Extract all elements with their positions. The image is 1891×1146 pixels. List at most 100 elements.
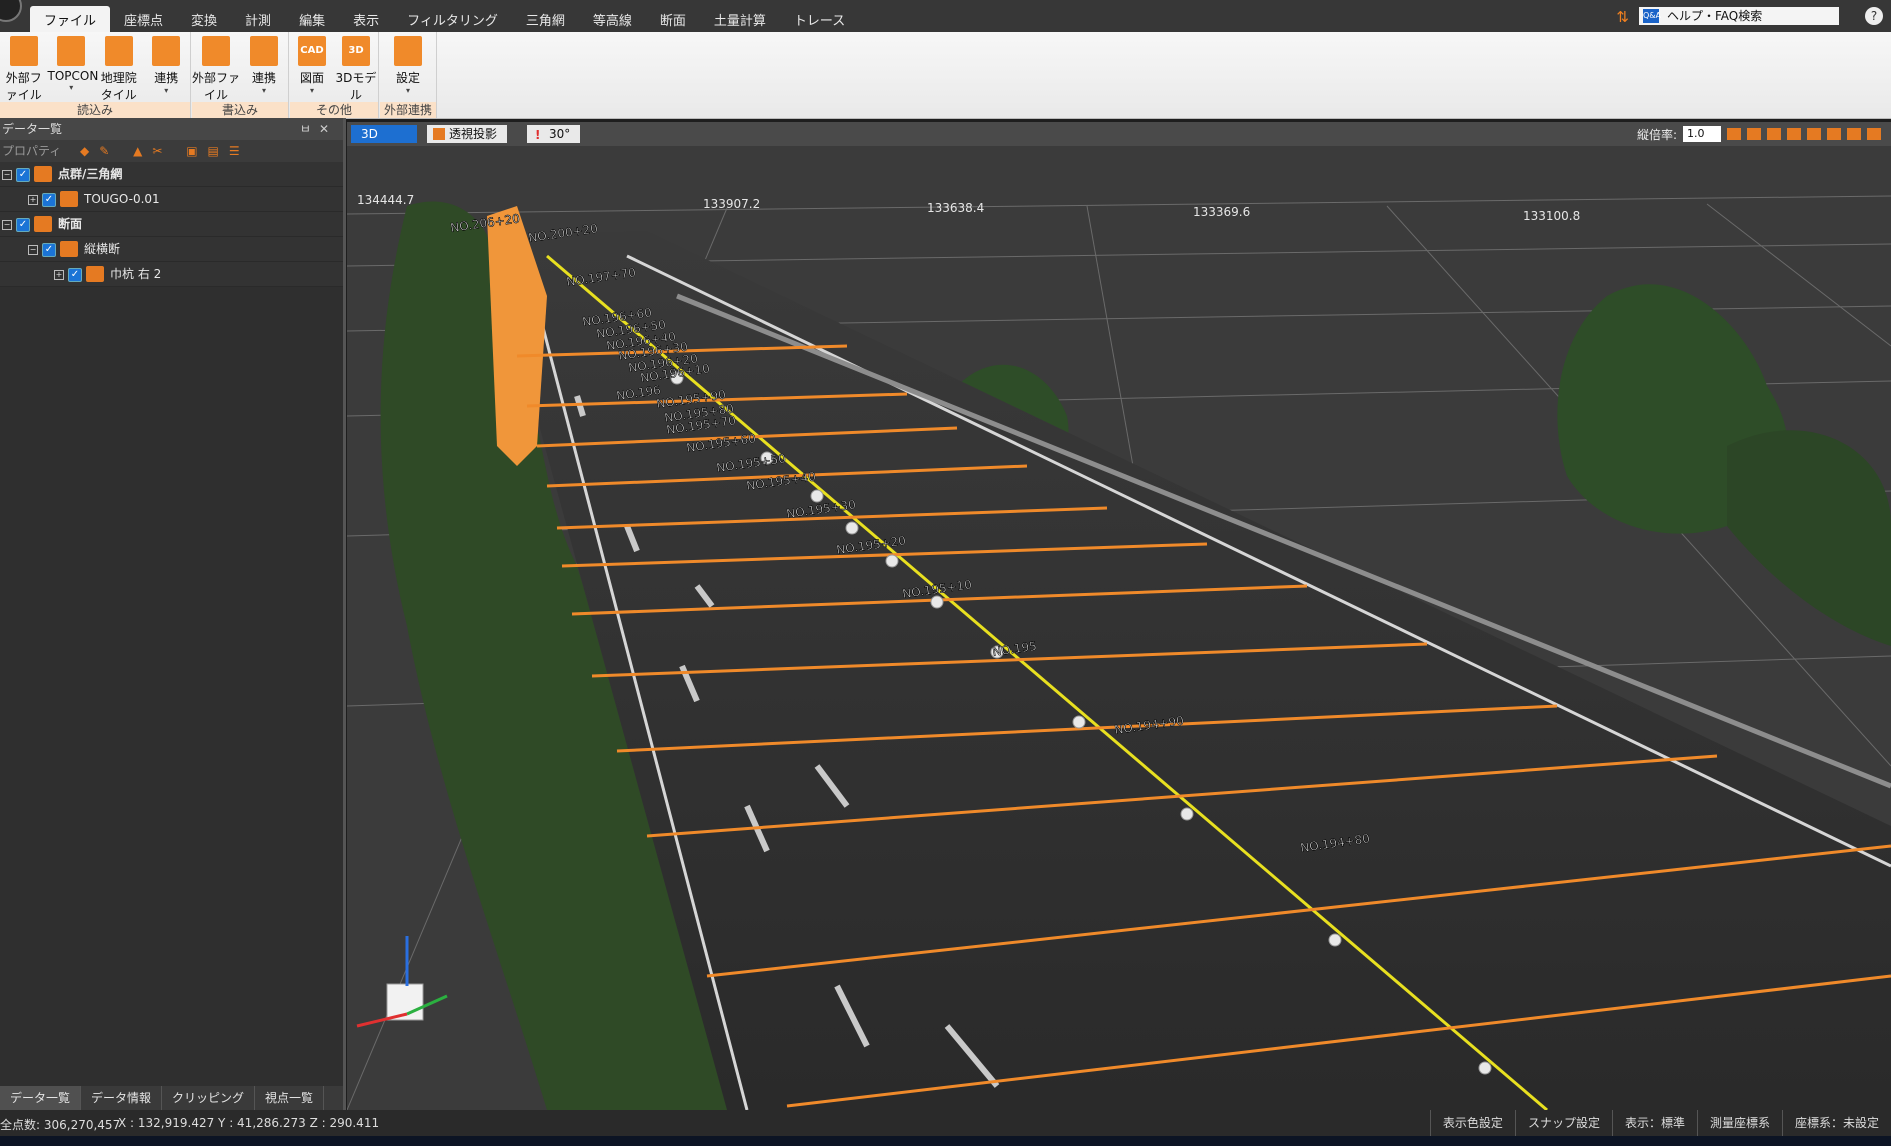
properties-button[interactable]: プロパティ xyxy=(2,144,61,158)
status-right-items: 表示色設定 スナップ設定 表示：標準 測量座標系 座標系：未設定 xyxy=(1429,1110,1891,1136)
grid-coordinate-label: 133907.2 xyxy=(703,197,760,211)
sort-icon[interactable]: ⇅ xyxy=(1616,8,1629,26)
status-item[interactable]: スナップ設定 xyxy=(1514,1110,1612,1136)
point-count: 全点数: 306,270,457 xyxy=(0,1118,121,1132)
ribbon-button[interactable]: 外部ファイル▾ xyxy=(0,36,48,112)
ribbon-button[interactable]: TOPCON ▾ xyxy=(47,36,99,98)
panel-toolbar: プロパティ ◆✎ ▲✂ ▣▤☰ xyxy=(0,140,343,162)
menu-tab[interactable]: 等高線 xyxy=(579,6,646,35)
visibility-checkbox[interactable]: ✓ xyxy=(16,218,30,232)
status-item[interactable]: 表示色設定 xyxy=(1429,1110,1515,1136)
home-view-icon[interactable] xyxy=(1727,128,1741,140)
data-tree: − ✓ 点群/三角網 + ✓ TOUGO-0.01− ✓ 断面 − ✓ 縦横断 + ✓ 巾杭 右 2 xyxy=(0,162,343,287)
ribbon-button[interactable]: 地理院タイル▾ xyxy=(95,36,143,112)
expand-toggle[interactable]: − xyxy=(2,220,12,230)
expand-toggle[interactable]: + xyxy=(28,195,38,205)
app-menu-button[interactable] xyxy=(0,0,22,22)
scale-input[interactable]: 1.0 xyxy=(1683,126,1721,142)
pin-icon[interactable]: ㅂ xyxy=(300,122,319,136)
help-search-field[interactable]: Q&A ヘルプ・FAQ検索 xyxy=(1639,7,1839,25)
ribbon-group: CAD 図面▾ 3D 3Dモデル ▾ その他 xyxy=(290,32,379,118)
menu-bar: ファイル 座標点 変換 計測 編集 表示 フィルタリング 三角網 等高線 断面 土量計算 トレース ⇅… xyxy=(0,0,1891,35)
panel-bottom-tab[interactable]: データ情報 xyxy=(81,1086,163,1110)
ribbon-button[interactable]: 連携 ▾ xyxy=(240,36,288,98)
ribbon-group-caption: 書込み xyxy=(192,102,288,118)
section-icon xyxy=(60,241,78,257)
menu-tab[interactable]: 三角網 xyxy=(512,6,579,35)
status-bar: 全点数: 306,270,457 X : 132,919.427 Y : 41,… xyxy=(0,1110,1891,1136)
viewport-right-tools: 縦倍率: 1.0 xyxy=(1637,125,1881,143)
ribbon-group-caption: 外部連携 xyxy=(380,102,436,118)
panel-bottom-tabs: データ一覧 データ情報 クリッピング 視点一覧 xyxy=(0,1086,343,1110)
status-item[interactable]: 座標系：未設定 xyxy=(1781,1110,1891,1136)
view-back-icon[interactable] xyxy=(1767,128,1781,140)
ribbon-button[interactable]: 連携 ▾ xyxy=(143,36,191,98)
panel-bottom-tab[interactable]: データ一覧 xyxy=(0,1086,82,1110)
angle-icon: ! xyxy=(535,128,541,142)
view-left-icon[interactable] xyxy=(1787,128,1801,140)
view-right-icon[interactable] xyxy=(1807,128,1821,140)
ribbon-button[interactable]: 設定 ▾ xyxy=(380,36,436,98)
tree-item[interactable]: − ✓ 点群/三角網 xyxy=(0,162,343,187)
qa-icon: Q&A xyxy=(1643,9,1661,23)
ribbon-button[interactable]: 3D3Dモデル▾ xyxy=(334,36,378,112)
menu-tab[interactable]: 土量計算 xyxy=(700,6,780,35)
tree-item[interactable]: − ✓ 縦横断 xyxy=(0,237,343,262)
menu-tab[interactable]: フィルタリング xyxy=(393,6,512,35)
menu-tab[interactable]: トレース xyxy=(780,6,859,35)
panel-tool-icons[interactable]: ◆✎ ▲✂ ▣▤☰ xyxy=(80,140,250,162)
ribbon-button-label: TOPCON xyxy=(47,69,99,83)
dropdown-arrow-icon: ▾ xyxy=(309,86,314,95)
gear-icon xyxy=(394,36,422,66)
menu-tab[interactable]: 編集 xyxy=(285,6,339,35)
visibility-checkbox[interactable]: ✓ xyxy=(42,243,56,257)
menu-tab[interactable]: 計測 xyxy=(231,6,285,35)
tree-item[interactable]: − ✓ 断面 xyxy=(0,212,343,237)
ribbon: 外部ファイル▾TOPCON▾地理院タイル▾連携▾読込み外部ファイル▾連携▾書込み… xyxy=(0,32,1891,119)
status-item[interactable]: 測量座標系 xyxy=(1696,1110,1782,1136)
view-bottom-icon[interactable] xyxy=(1847,128,1861,140)
data-list-panel: データ一覧 ㅂ✕ プロパティ ◆✎ ▲✂ ▣▤☰ − ✓ 点群/三角網 + ✓ TOUGO… xyxy=(0,118,346,1110)
point-cloud-scene[interactable]: 134444.7 133907.2 133638.4 133369.6 133100.8… xyxy=(347,146,1891,1110)
status-item[interactable]: 表示：標準 xyxy=(1611,1110,1697,1136)
ribbon-button[interactable]: 外部ファイル▾ xyxy=(192,36,240,112)
link-icon xyxy=(152,36,181,66)
panel-bottom-tab[interactable]: クリッピング xyxy=(162,1086,256,1110)
visibility-checkbox[interactable]: ✓ xyxy=(68,268,82,282)
view-top-icon[interactable] xyxy=(1827,128,1841,140)
camera-icon[interactable] xyxy=(1867,128,1881,140)
ribbon-button-label: 3Dモデル xyxy=(335,71,377,102)
expand-toggle[interactable]: − xyxy=(28,245,38,255)
dropdown-arrow-icon: ▾ xyxy=(69,83,74,92)
3d-viewport[interactable]: 3D 透視投影 ! 30° 縦倍率: 1.0 134444.7 133907.2… xyxy=(347,122,1891,1110)
tab-perspective-label: 透視投影 xyxy=(449,127,498,141)
tree-item[interactable]: + ✓ 巾杭 右 2 xyxy=(0,262,343,287)
instrument-icon xyxy=(57,36,86,66)
ribbon-group-caption: その他 xyxy=(290,102,378,118)
tab-3d[interactable]: 3D xyxy=(351,125,417,143)
ribbon-button[interactable]: CAD 図面 ▾ xyxy=(290,36,334,98)
tree-item[interactable]: + ✓ TOUGO-0.01 xyxy=(0,187,343,212)
help-icon[interactable]: ? xyxy=(1865,7,1883,25)
tab-angle[interactable]: ! 30° xyxy=(527,125,581,143)
taskbar xyxy=(0,1136,1891,1146)
viewport-toolbar: 3D 透視投影 ! 30° 縦倍率: 1.0 xyxy=(347,122,1891,146)
panel-bottom-tab[interactable]: 視点一覧 xyxy=(255,1086,325,1110)
ribbon-button-label: 連携 xyxy=(251,71,276,85)
menu-tab[interactable]: 断面 xyxy=(646,6,700,35)
menu-tab[interactable]: 座標点 xyxy=(110,6,177,35)
menu-tab[interactable]: 表示 xyxy=(339,6,393,35)
menu-tab[interactable]: ファイル xyxy=(30,6,111,35)
3d-model-icon: 3D xyxy=(342,36,370,66)
visibility-checkbox[interactable]: ✓ xyxy=(42,193,56,207)
visibility-checkbox[interactable]: ✓ xyxy=(16,168,30,182)
section-icon xyxy=(86,266,104,282)
close-icon[interactable]: ✕ xyxy=(319,122,337,136)
view-front-icon[interactable] xyxy=(1747,128,1761,140)
menu-tab[interactable]: 変換 xyxy=(177,6,231,35)
tab-perspective[interactable]: 透視投影 xyxy=(427,125,508,143)
panel-title-bar: データ一覧 ㅂ✕ xyxy=(0,118,343,140)
expand-toggle[interactable]: + xyxy=(54,270,64,280)
map-tile-icon xyxy=(104,36,133,66)
expand-toggle[interactable]: − xyxy=(2,170,12,180)
